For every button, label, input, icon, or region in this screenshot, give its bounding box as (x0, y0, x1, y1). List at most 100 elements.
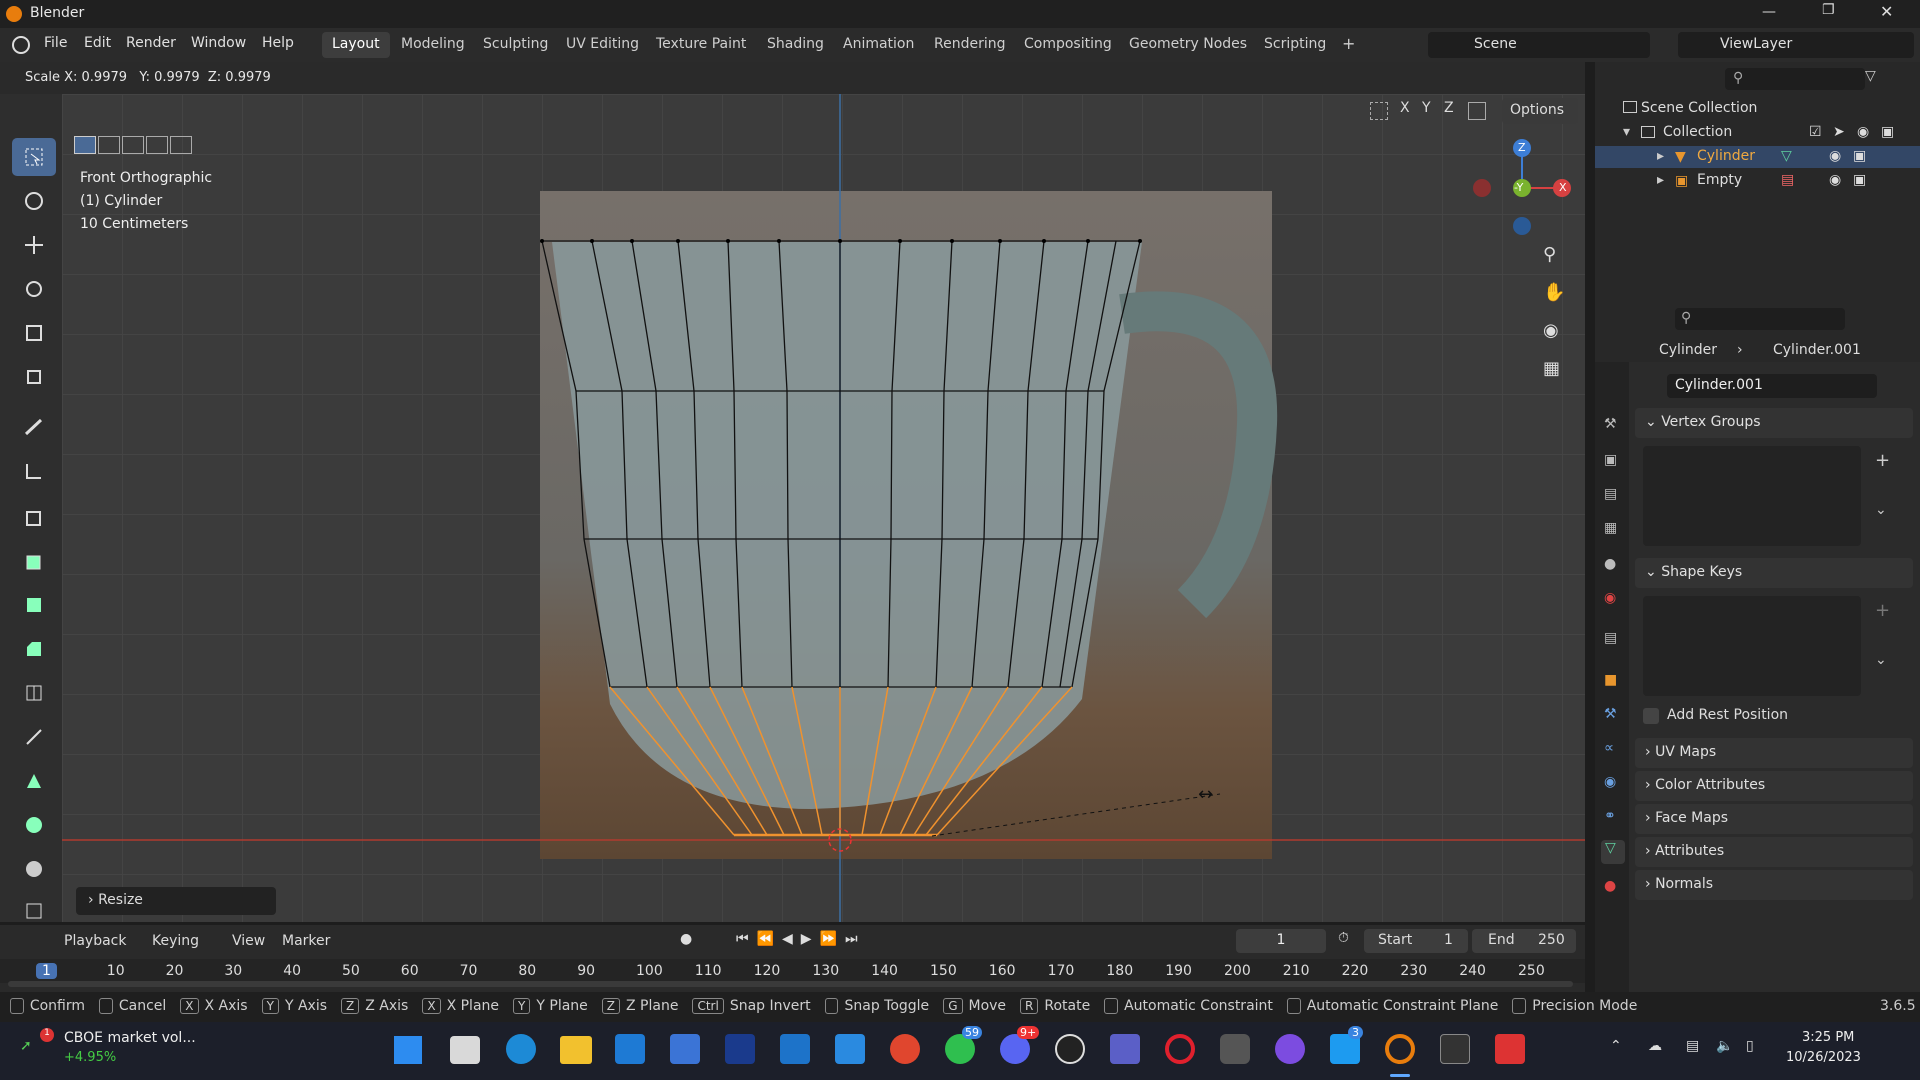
tool-tab-icon[interactable]: ⚒ (1604, 416, 1617, 432)
data-tab-icon[interactable]: ▽ (1601, 840, 1625, 864)
3d-viewport[interactable]: ↔ Front Orthographic (1) Cylinder 10 Cen… (62, 94, 1585, 922)
mirror-y-toggle[interactable]: Y (1422, 100, 1431, 116)
select-mode-extend-icon[interactable] (98, 136, 120, 154)
add-rest-position-checkbox[interactable] (1643, 708, 1659, 724)
end-frame-field[interactable]: End 250 (1472, 929, 1576, 953)
render-camera-icon[interactable]: ▣ (1853, 148, 1866, 164)
clock-date[interactable]: 10/26/2023 (1786, 1050, 1861, 1065)
bevel-tool-icon[interactable] (12, 630, 56, 668)
windows-start-icon[interactable] (394, 1036, 422, 1064)
maximize-button[interactable]: ❐ (1822, 2, 1835, 18)
tab-geometry-nodes[interactable]: Geometry Nodes (1119, 32, 1257, 58)
select-mode-subtract-icon[interactable] (122, 136, 144, 154)
close-button[interactable]: ✕ (1880, 2, 1893, 21)
properties-search-input[interactable]: ⚲ (1675, 308, 1845, 330)
cursor-tool-icon[interactable] (12, 182, 56, 220)
add-vertex-group-button[interactable]: + (1875, 450, 1890, 471)
unity-icon[interactable] (1220, 1034, 1250, 1064)
vertex-groups-panel-header[interactable]: ⌄ Vertex Groups (1635, 408, 1913, 438)
viewlayer-selector[interactable]: ViewLayer (1678, 32, 1914, 58)
view-layer-tab-icon[interactable]: ▦ (1604, 520, 1617, 536)
scene-selector[interactable]: Scene (1428, 32, 1650, 58)
file-explorer-icon[interactable] (560, 1036, 592, 1064)
wordpress-icon[interactable] (1055, 1034, 1085, 1064)
particles-tab-icon[interactable]: ∝ (1604, 740, 1614, 756)
task-view-icon[interactable] (450, 1036, 480, 1064)
select-mode-invert-icon[interactable] (146, 136, 168, 154)
eye-icon[interactable]: ◉ (1857, 124, 1869, 140)
object-tab-icon[interactable]: ■ (1604, 672, 1617, 688)
normals-panel-header[interactable]: › Normals (1635, 870, 1913, 900)
tab-compositing[interactable]: Compositing (1014, 32, 1122, 58)
attributes-panel-header[interactable]: › Attributes (1635, 837, 1913, 867)
scale-tool-icon[interactable] (12, 314, 56, 352)
rotate-tool-icon[interactable] (12, 270, 56, 308)
color-attributes-panel-header[interactable]: › Color Attributes (1635, 771, 1913, 801)
marker-menu[interactable]: Marker (282, 933, 330, 949)
menu-render[interactable]: Render (126, 35, 176, 51)
outliner-row-empty[interactable]: ▸ ▣ Empty ▤ ◉ ▣ (1595, 170, 1920, 192)
world-tab-icon[interactable]: ◉ (1604, 590, 1616, 606)
transform-tool-icon[interactable] (12, 358, 56, 396)
material-tab-icon[interactable]: ● (1604, 878, 1616, 894)
record-icon[interactable]: ● (680, 931, 692, 947)
teams-icon[interactable] (1110, 1034, 1140, 1064)
collection-tab-icon[interactable]: ▤ (1604, 630, 1617, 646)
add-workspace-button[interactable]: + (1332, 32, 1365, 58)
annotate-tool-icon[interactable] (12, 408, 56, 446)
tab-sculpting[interactable]: Sculpting (473, 32, 558, 58)
pan-hand-icon[interactable]: ✋ (1543, 282, 1567, 306)
tab-uv-editing[interactable]: UV Editing (556, 32, 649, 58)
playback-controls[interactable]: ⏮⏪◀▶⏩⏭ (736, 931, 866, 947)
eye-icon[interactable]: ◉ (1829, 172, 1841, 188)
timeline-scrollbar[interactable] (8, 981, 1573, 987)
mesh-data-name-field[interactable]: Cylinder.001 (1667, 374, 1877, 398)
stock-widget-name[interactable]: CBOE market vol... (64, 1030, 196, 1046)
select-box-tool-icon[interactable] (12, 138, 56, 176)
outliner-search-input[interactable]: ⚲ (1725, 68, 1865, 90)
constraints-tab-icon[interactable]: ⚭ (1604, 808, 1616, 824)
eye-icon[interactable]: ◉ (1829, 148, 1841, 164)
selectable-icon[interactable]: ➤ (1833, 124, 1845, 140)
physics-tab-icon[interactable]: ◉ (1604, 774, 1616, 790)
view-menu[interactable]: View (232, 933, 265, 949)
keying-menu[interactable]: Keying (152, 933, 199, 949)
ortho-grid-icon[interactable]: ▦ (1543, 358, 1567, 382)
tab-rendering[interactable]: Rendering (924, 32, 1016, 58)
tab-layout[interactable]: Layout (322, 32, 390, 58)
tab-modeling[interactable]: Modeling (391, 32, 475, 58)
outliner-row-cylinder[interactable]: ▸ ▼ Cylinder ▽ ◉ ▣ (1595, 146, 1920, 168)
shape-keys-panel-header[interactable]: ⌄ Shape Keys (1635, 558, 1913, 588)
outliner-row-collection[interactable]: ▾ Collection ☑ ➤ ◉ ▣ (1623, 122, 1913, 144)
options-dropdown[interactable]: Options (1502, 98, 1578, 124)
add-cube-tool-icon[interactable] (12, 498, 56, 536)
snipping-tool-icon[interactable] (1495, 1034, 1525, 1064)
menu-help[interactable]: Help (262, 35, 294, 51)
pen-app-icon[interactable] (670, 1034, 700, 1064)
shape-keys-list[interactable] (1643, 596, 1861, 696)
modifier-tab-icon[interactable]: ⚒ (1604, 706, 1617, 722)
battery-icon[interactable]: ▯ (1746, 1038, 1754, 1054)
zoom-icon[interactable]: ⚲ (1543, 244, 1567, 268)
tab-scripting[interactable]: Scripting (1254, 32, 1336, 58)
clock-time[interactable]: 3:25 PM (1802, 1030, 1854, 1045)
shape-key-menu-icon[interactable]: ⌄ (1875, 652, 1887, 668)
auto-merge-icon[interactable] (1468, 102, 1486, 120)
inset-tool-icon[interactable] (12, 586, 56, 624)
current-frame-field[interactable]: 1 (1236, 929, 1326, 953)
camera-view-icon[interactable]: ◉ (1543, 320, 1567, 344)
scene-tab-icon[interactable]: ● (1604, 556, 1616, 572)
start-frame-field[interactable]: Start 1 (1364, 929, 1468, 953)
menu-window[interactable]: Window (191, 35, 246, 51)
knife-tool-icon[interactable] (12, 718, 56, 756)
render-camera-icon[interactable]: ▣ (1853, 172, 1866, 188)
vertex-groups-list[interactable] (1643, 446, 1861, 546)
mirror-x-toggle[interactable]: X (1400, 100, 1410, 116)
poly-build-tool-icon[interactable] (12, 762, 56, 800)
output-tab-icon[interactable]: ▤ (1604, 486, 1617, 502)
tab-animation[interactable]: Animation (833, 32, 924, 58)
vertex-group-menu-icon[interactable]: ⌄ (1875, 502, 1887, 518)
blender-menu-icon[interactable] (12, 36, 30, 54)
render-camera-icon[interactable]: ▣ (1881, 124, 1894, 140)
uv-maps-panel-header[interactable]: › UV Maps (1635, 738, 1913, 768)
